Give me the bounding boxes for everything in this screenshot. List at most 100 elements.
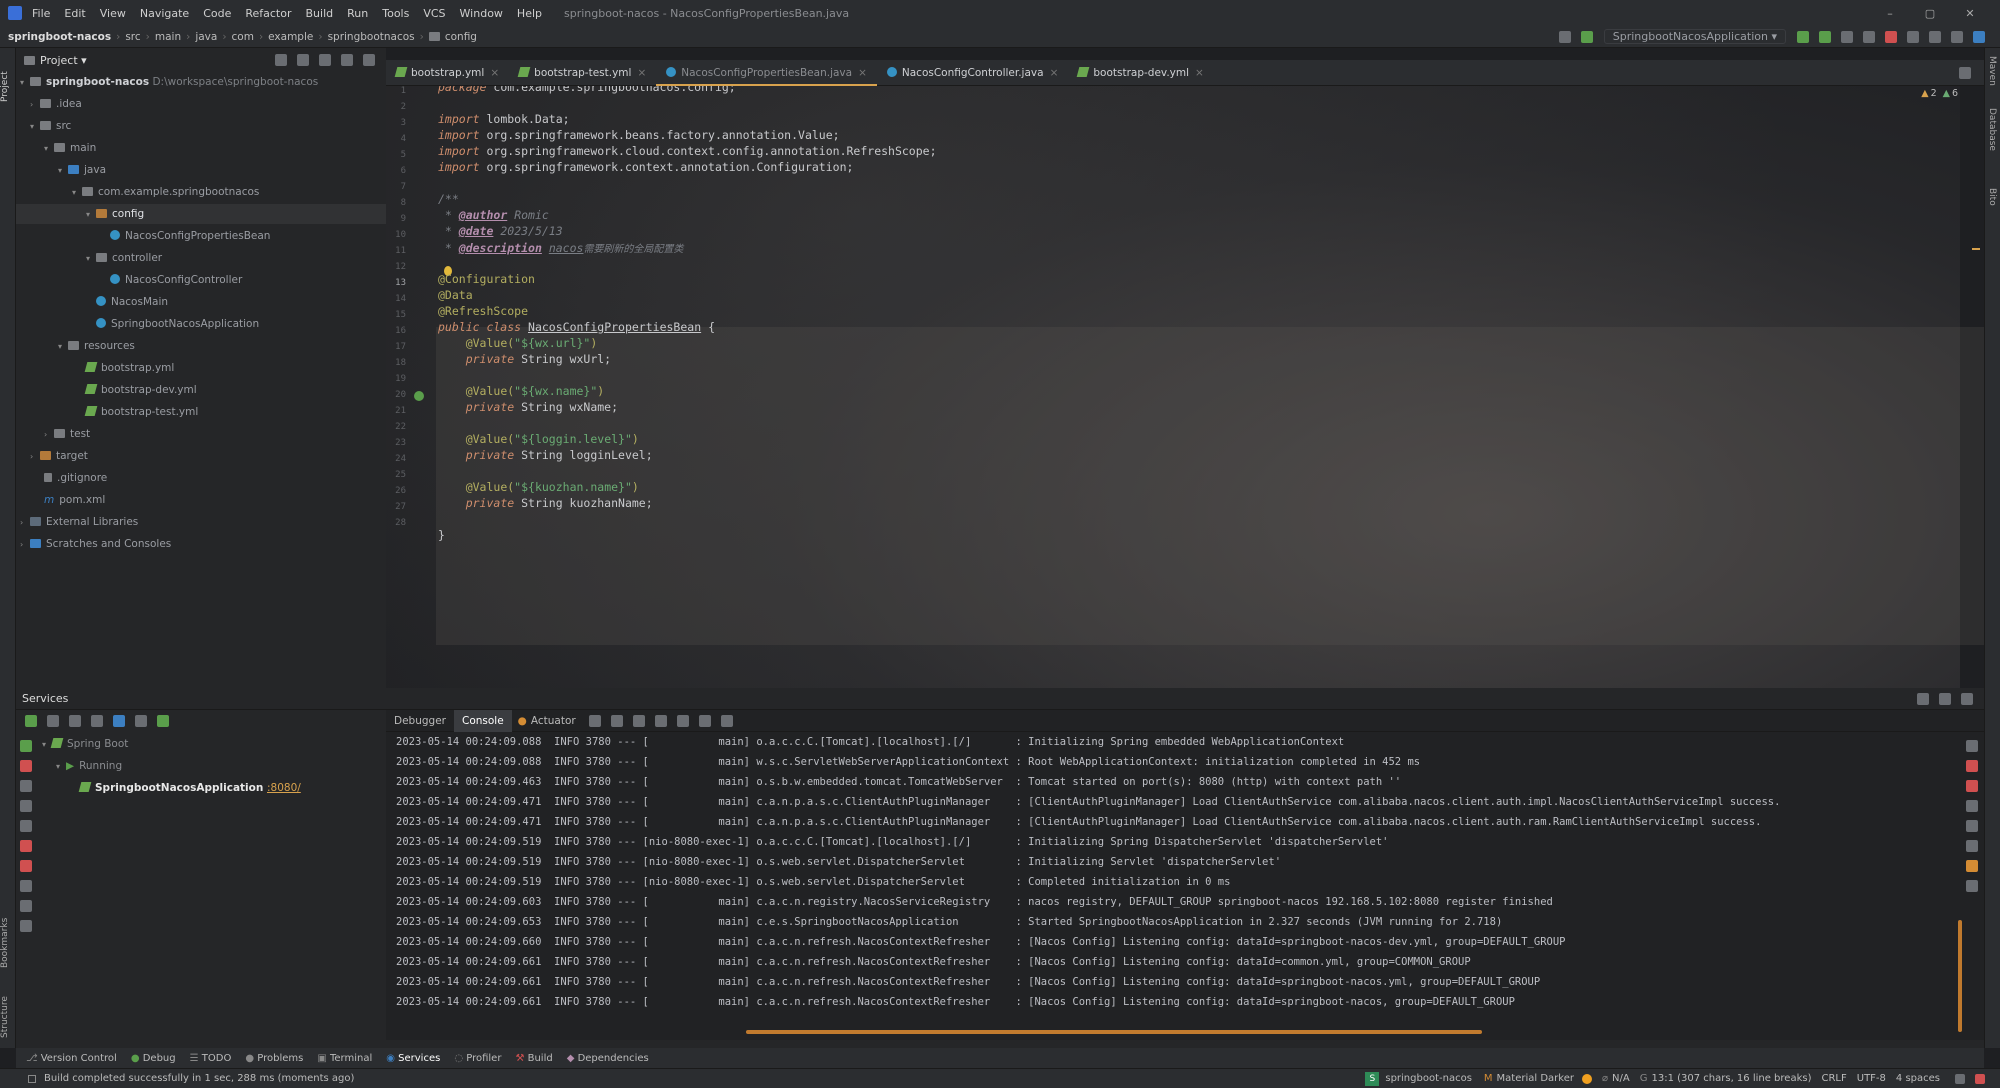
hide-icon[interactable] xyxy=(363,54,375,66)
structure-tool-button[interactable]: Structure xyxy=(0,988,16,1038)
breadcrumb-src[interactable]: src xyxy=(125,31,140,43)
tool-dependencies[interactable]: ◆ Dependencies xyxy=(567,1053,649,1064)
breadcrumb-project[interactable]: springboot-nacos xyxy=(8,31,111,43)
tree-item-pom[interactable]: m pom.xml xyxy=(44,490,105,510)
tab-debugger[interactable]: Debugger xyxy=(386,715,454,727)
code-editor[interactable]: ▲ 2 ▲ 6 1 2 3 4 5 6 7 8 9 10 11 12 13 14 1… xyxy=(386,80,1984,682)
status-project[interactable]: springboot-nacos xyxy=(1385,1073,1472,1084)
expand-all-icon[interactable] xyxy=(297,54,309,66)
profile-icon[interactable] xyxy=(1863,30,1875,43)
console-output[interactable]: 2023-05-14 00:24:09.088 INFO 3780 --- [ … xyxy=(386,732,1966,1032)
rerun-icon[interactable] xyxy=(20,740,32,752)
tree-item-nacos-config-bean[interactable]: NacosConfigPropertiesBean xyxy=(110,226,270,246)
services-tree-running[interactable]: ▾ ▶ Running xyxy=(56,756,122,776)
run-icon[interactable] xyxy=(1797,30,1809,43)
collapse-icon[interactable] xyxy=(69,715,81,727)
tool-debug[interactable]: ● Debug xyxy=(131,1053,176,1064)
scroll-up-icon[interactable] xyxy=(1966,760,1978,772)
plugin-icon[interactable] xyxy=(1973,30,1985,43)
tree-item-src[interactable]: ▾ src xyxy=(30,116,71,136)
tree-item-root[interactable]: ▾ springboot-nacos D:\workspace\springboo… xyxy=(20,72,318,92)
tab-bootstrap-test-yml[interactable]: bootstrap-test.yml × xyxy=(509,60,656,86)
tab-console[interactable]: Console xyxy=(453,709,512,732)
status-indent[interactable]: 4 spaces xyxy=(1896,1073,1940,1084)
spring-bean-gutter-icon[interactable] xyxy=(414,391,424,401)
database-tool-button[interactable]: Database xyxy=(1987,108,1997,151)
bito-tool-button[interactable]: Bito xyxy=(1987,188,1997,206)
add-service-icon[interactable] xyxy=(157,715,169,727)
breakpoints-icon[interactable] xyxy=(20,840,32,852)
close-tab-icon[interactable]: × xyxy=(858,67,867,79)
tree-item-nacos-main[interactable]: NacosMain xyxy=(96,292,168,312)
status-line-separator[interactable]: CRLF xyxy=(1821,1073,1846,1084)
camera-icon[interactable] xyxy=(20,880,32,892)
status-encoding[interactable]: UTF-8 xyxy=(1857,1073,1886,1084)
breadcrumb-java[interactable]: java xyxy=(195,31,217,43)
tree-item-config[interactable]: ▾ config xyxy=(16,204,386,224)
tree-item-test[interactable]: › test xyxy=(44,424,90,444)
breadcrumb-springbootnacos[interactable]: springbootnacos xyxy=(328,31,415,43)
services-gear-icon[interactable] xyxy=(1939,692,1951,705)
scroll-down-icon[interactable] xyxy=(1966,780,1978,792)
filter-icon[interactable] xyxy=(113,715,125,727)
tree-item-package[interactable]: ▾ com.example.springbootnacos xyxy=(72,182,259,202)
new-tab-icon[interactable] xyxy=(135,715,147,727)
mute-breakpoints-icon[interactable] xyxy=(20,860,32,872)
menu-file[interactable]: File xyxy=(32,7,50,20)
maven-tool-button[interactable]: Maven xyxy=(1987,56,1997,86)
tree-item-resources[interactable]: ▾ resources xyxy=(58,336,135,356)
step-out-icon[interactable] xyxy=(654,714,667,727)
tree-item-controller[interactable]: ▾ controller xyxy=(86,248,162,268)
menu-edit[interactable]: Edit xyxy=(64,7,85,20)
breadcrumb-main[interactable]: main xyxy=(155,31,181,43)
tree-item-java[interactable]: ▾ java xyxy=(58,160,106,180)
step-into-icon[interactable] xyxy=(632,714,645,727)
stop-icon[interactable] xyxy=(1885,30,1897,43)
menu-vcs[interactable]: VCS xyxy=(423,7,445,20)
menu-refactor[interactable]: Refactor xyxy=(245,7,291,20)
menu-navigate[interactable]: Navigate xyxy=(140,7,189,20)
close-icon[interactable]: ✕ xyxy=(1950,7,1990,20)
tool-todo[interactable]: ☰ TODO xyxy=(190,1053,232,1064)
tab-bootstrap-dev-yml[interactable]: bootstrap-dev.yml × xyxy=(1068,60,1213,86)
down-icon[interactable] xyxy=(1966,820,1978,832)
project-view-select[interactable]: Project ▾ xyxy=(40,54,87,67)
tool-version-control[interactable]: ⎇ Version Control xyxy=(26,1053,117,1064)
tool-problems[interactable]: ● Problems xyxy=(245,1053,303,1064)
clear-all-icon[interactable] xyxy=(1966,880,1978,892)
menu-view[interactable]: View xyxy=(100,7,126,20)
resume-icon[interactable] xyxy=(20,800,32,812)
build-hammer-icon[interactable] xyxy=(1580,30,1593,43)
tab-bootstrap-yml[interactable]: bootstrap.yml × xyxy=(386,60,509,86)
app-port-link[interactable]: :8080/ xyxy=(267,782,301,794)
tool-services[interactable]: ◉ Services xyxy=(386,1053,440,1064)
tree-item-scratches[interactable]: › Scratches and Consoles xyxy=(20,534,171,554)
menu-build[interactable]: Build xyxy=(306,7,334,20)
close-tab-icon[interactable]: × xyxy=(1050,67,1059,79)
translate-icon[interactable] xyxy=(1907,30,1919,43)
tree-item-bootstrap-dev-yml[interactable]: bootstrap-dev.yml xyxy=(84,380,197,400)
step-over-icon[interactable] xyxy=(610,714,623,727)
run-to-cursor-icon[interactable] xyxy=(676,714,689,727)
tree-item-target[interactable]: › target xyxy=(30,446,88,466)
menu-code[interactable]: Code xyxy=(203,7,231,20)
layout-icon[interactable] xyxy=(20,900,32,912)
gear-icon[interactable] xyxy=(341,54,353,66)
console-vertical-scrollbar[interactable] xyxy=(1958,920,1962,1032)
filter-output-icon[interactable] xyxy=(1966,840,1978,852)
tab-actuator[interactable]: Actuator xyxy=(527,715,584,727)
locate-icon[interactable] xyxy=(275,54,287,66)
maximize-icon[interactable]: ▢ xyxy=(1910,7,1950,20)
tab-nacos-config-bean[interactable]: NacosConfigPropertiesBean.java × xyxy=(656,60,877,86)
breadcrumb-com[interactable]: com xyxy=(232,31,254,43)
tab-menu-icon[interactable] xyxy=(1959,66,1971,79)
run-config-select[interactable]: SpringbootNacosApplication ▾ xyxy=(1603,29,1786,44)
evaluate-icon[interactable] xyxy=(698,714,711,727)
coverage-icon[interactable] xyxy=(1841,30,1853,43)
menu-help[interactable]: Help xyxy=(517,7,542,20)
status-position[interactable]: 13:1 (307 chars, 16 line breaks) xyxy=(1651,1073,1811,1084)
refresh-icon[interactable] xyxy=(25,715,37,727)
print-icon[interactable] xyxy=(1966,860,1978,872)
tree-item-bootstrap-yml[interactable]: bootstrap.yml xyxy=(84,358,174,378)
minimize-icon[interactable]: – xyxy=(1870,7,1910,20)
